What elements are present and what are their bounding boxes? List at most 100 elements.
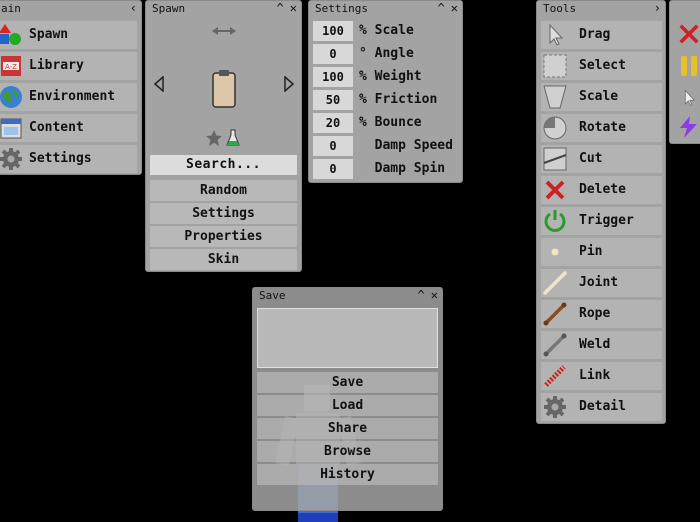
lightning-icon[interactable] bbox=[676, 115, 700, 139]
save-panel-controls: ^ ✕ bbox=[412, 288, 438, 303]
tool-trigger[interactable]: Trigger bbox=[541, 207, 662, 235]
pin-icon bbox=[551, 248, 559, 256]
setting-label: % Scale bbox=[359, 23, 414, 38]
tool-cut[interactable]: Cut bbox=[541, 145, 662, 173]
save-panel: Save ^ ✕ Save Load Share Browse History bbox=[252, 287, 443, 511]
spawn-panel-controls: ^ ✕ bbox=[271, 1, 297, 16]
share-button[interactable]: Share bbox=[257, 418, 438, 439]
main-item-library[interactable]: A-Z Library bbox=[0, 52, 137, 80]
spawn-panel-title: Spawn ^ ✕ bbox=[146, 1, 301, 16]
setting-label: Damp Speed bbox=[359, 138, 453, 153]
delete-icon bbox=[545, 180, 565, 200]
spawn-properties-button[interactable]: Properties bbox=[150, 226, 297, 247]
browse-button[interactable]: Browse bbox=[257, 441, 438, 462]
tool-scale[interactable]: Scale bbox=[541, 83, 662, 111]
flask-icon[interactable] bbox=[226, 129, 240, 147]
main-item-settings[interactable]: Settings bbox=[0, 145, 137, 173]
tool-label: Rope bbox=[579, 306, 611, 321]
history-button[interactable]: History bbox=[257, 464, 438, 485]
main-item-environment[interactable]: Environment bbox=[0, 83, 137, 111]
quick-toolbar bbox=[669, 0, 700, 144]
spawn-search-input[interactable]: Search... bbox=[150, 155, 297, 175]
setting-label: % Weight bbox=[359, 69, 422, 84]
spawn-panel-title-text: Spawn bbox=[152, 2, 186, 15]
tool-detail[interactable]: Detail bbox=[541, 393, 662, 421]
save-panel-title-text: Save bbox=[259, 289, 286, 302]
collapse-icon[interactable]: ‹ bbox=[130, 1, 137, 15]
delete-icon[interactable] bbox=[678, 23, 700, 45]
library-icon: A-Z bbox=[1, 56, 21, 76]
minimize-icon[interactable]: ^ bbox=[418, 288, 425, 302]
spawn-panel: Spawn ^ ✕ Search... Random Settings Prope… bbox=[145, 0, 302, 272]
tools-panel-controls: › bbox=[648, 1, 661, 16]
tools-panel-title-text: Tools bbox=[543, 2, 577, 15]
cursor-icon[interactable] bbox=[680, 87, 698, 109]
setting-value-input[interactable]: 0 bbox=[313, 44, 353, 64]
main-panel-title-text: ain bbox=[1, 2, 21, 15]
main-panel: ain ‹ Spawn A-Z Library Environment Cont… bbox=[0, 0, 142, 175]
swap-arrows-icon[interactable] bbox=[212, 25, 236, 37]
main-item-label: Library bbox=[29, 58, 84, 73]
favorite-star-icon[interactable] bbox=[205, 129, 223, 147]
save-panel-title: Save ^ ✕ bbox=[253, 288, 442, 303]
tool-weld[interactable]: Weld bbox=[541, 331, 662, 359]
calendar-icon bbox=[0, 118, 22, 139]
tool-rope[interactable]: Rope bbox=[541, 300, 662, 328]
gear-icon bbox=[544, 396, 566, 418]
close-icon[interactable]: ✕ bbox=[451, 1, 458, 15]
setting-value-input[interactable]: 100 bbox=[313, 21, 353, 41]
spawn-settings-button[interactable]: Settings bbox=[150, 203, 297, 224]
spawn-random-button[interactable]: Random bbox=[150, 180, 297, 201]
minimize-icon[interactable]: ^ bbox=[438, 1, 445, 15]
expand-icon[interactable]: › bbox=[654, 1, 661, 15]
setting-value-input[interactable]: 100 bbox=[313, 67, 353, 87]
tool-label: Detail bbox=[579, 399, 626, 414]
tool-drag[interactable]: Drag bbox=[541, 21, 662, 49]
setting-value-input[interactable]: 0 bbox=[313, 136, 353, 156]
ragdoll-feet bbox=[298, 513, 338, 522]
settings-panel-title-text: Settings bbox=[315, 2, 368, 15]
joint-icon bbox=[543, 271, 567, 295]
save-name-textarea[interactable] bbox=[257, 308, 438, 368]
globe-icon bbox=[0, 86, 22, 108]
next-arrow-icon[interactable] bbox=[283, 76, 295, 92]
main-item-label: Content bbox=[29, 120, 84, 135]
tool-label: Joint bbox=[579, 275, 619, 290]
power-icon bbox=[544, 210, 566, 232]
main-item-label: Settings bbox=[29, 151, 92, 166]
shapes-icon bbox=[0, 24, 21, 45]
main-item-spawn[interactable]: Spawn bbox=[0, 21, 137, 49]
tools-panel: Tools › Drag Select Scale Rotate Cut Del… bbox=[536, 0, 666, 424]
tool-label: Weld bbox=[579, 337, 611, 352]
svg-text:A-Z: A-Z bbox=[5, 63, 17, 71]
main-item-content[interactable]: Content bbox=[0, 114, 137, 142]
load-button[interactable]: Load bbox=[257, 395, 438, 416]
spawn-skin-button[interactable]: Skin bbox=[150, 249, 297, 270]
tool-label: Scale bbox=[579, 89, 619, 104]
setting-value-input[interactable]: 0 bbox=[313, 159, 353, 179]
setting-value-input[interactable]: 20 bbox=[313, 113, 353, 133]
tool-delete[interactable]: Delete bbox=[541, 176, 662, 204]
tool-link[interactable]: Link bbox=[541, 362, 662, 390]
cut-icon bbox=[543, 147, 567, 171]
minimize-icon[interactable]: ^ bbox=[277, 1, 284, 15]
rope-icon bbox=[543, 302, 567, 326]
pause-icon[interactable] bbox=[680, 55, 698, 77]
main-panel-controls: ‹ bbox=[124, 1, 137, 16]
close-icon[interactable]: ✕ bbox=[290, 1, 297, 15]
clipboard-icon bbox=[212, 70, 236, 108]
close-icon[interactable]: ✕ bbox=[431, 288, 438, 302]
setting-label: ° Angle bbox=[359, 46, 414, 61]
settings-panel-title: Settings ^ ✕ bbox=[309, 1, 462, 16]
main-item-label: Environment bbox=[29, 89, 116, 104]
setting-value-input[interactable]: 50 bbox=[313, 90, 353, 110]
save-button[interactable]: Save bbox=[257, 372, 438, 393]
scale-icon bbox=[543, 85, 567, 109]
tool-select[interactable]: Select bbox=[541, 52, 662, 80]
tool-label: Rotate bbox=[579, 120, 626, 135]
prev-arrow-icon[interactable] bbox=[153, 76, 165, 92]
tool-pin[interactable]: Pin bbox=[541, 238, 662, 266]
tool-rotate[interactable]: Rotate bbox=[541, 114, 662, 142]
settings-panel: Settings ^ ✕ 100 % Scale 0 ° Angle 100 % … bbox=[308, 0, 463, 183]
tool-joint[interactable]: Joint bbox=[541, 269, 662, 297]
